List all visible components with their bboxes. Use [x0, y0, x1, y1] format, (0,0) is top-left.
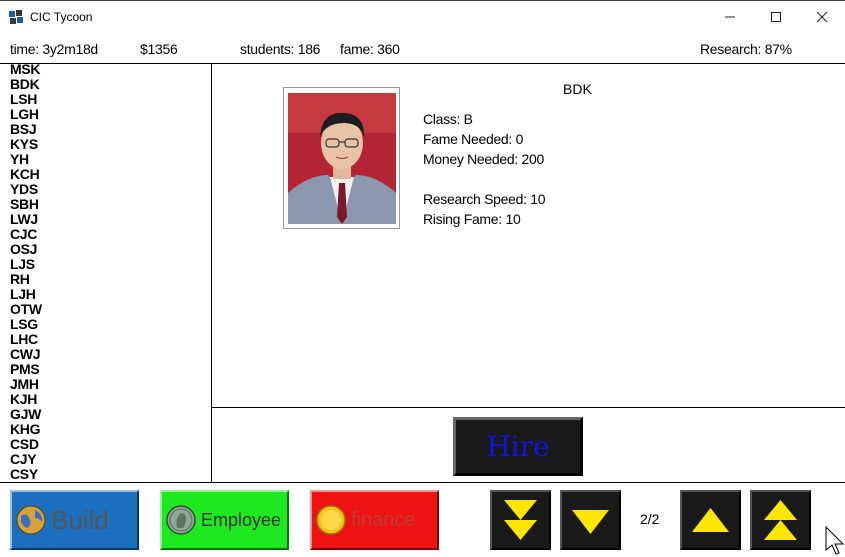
professor-list-item[interactable]: BSJ — [10, 122, 200, 137]
status-bar: time: 3y2m18d $1356 students: 186 fame: … — [0, 33, 845, 63]
up-arrow-icon — [692, 508, 729, 532]
app-icon — [9, 10, 23, 24]
research-readout: Research: 87% — [700, 41, 792, 57]
down-arrow-icon — [572, 510, 609, 534]
title-bar: CIC Tycoon — [0, 0, 845, 33]
professor-list-item[interactable]: CJC — [10, 227, 200, 242]
finance-label: finance — [351, 508, 416, 531]
professor-list-item[interactable]: JMH — [10, 377, 200, 392]
detail-research-speed: Research Speed: 10 — [423, 191, 546, 207]
professor-list-item[interactable]: KYS — [10, 137, 200, 152]
students-readout: students: 186 — [240, 41, 321, 57]
minimize-icon — [725, 16, 735, 18]
fame-readout: fame: 360 — [340, 41, 400, 57]
professor-list-item[interactable]: BDK — [10, 77, 200, 92]
divider — [212, 407, 845, 408]
build-button[interactable]: Build — [10, 490, 139, 550]
divider — [211, 64, 212, 483]
minimize-button[interactable] — [707, 1, 753, 33]
hire-button[interactable]: Hire — [453, 417, 583, 476]
detail-fame-needed: Fame Needed: 0 — [423, 131, 524, 147]
maximize-button[interactable] — [753, 1, 799, 33]
professor-list-item[interactable]: PMS — [10, 362, 200, 377]
maximize-icon — [771, 12, 781, 22]
professor-list-item[interactable]: CWJ — [10, 347, 200, 362]
gold-coin-icon — [316, 505, 346, 535]
detail-class: Class: B — [423, 111, 473, 127]
professor-list-item[interactable]: MSK — [10, 62, 200, 77]
professor-portrait-frame — [283, 87, 400, 229]
coin-face-icon — [166, 505, 196, 535]
professor-list-item[interactable]: GJW — [10, 407, 200, 422]
globe-icon — [16, 505, 46, 535]
detail-money-needed: Money Needed: 200 — [423, 151, 544, 167]
professor-list-item[interactable]: YDS — [10, 182, 200, 197]
professor-list-item[interactable]: OTW — [10, 302, 200, 317]
professor-list-item[interactable]: CSD — [10, 437, 200, 452]
professor-list: MSK BDK LSH LGH BSJ KYS YH KCH YDS SBH LWJ CJC OSJ LJ… — [10, 62, 200, 482]
time-readout: time: 3y2m18d — [10, 41, 98, 57]
build-label: Build — [51, 504, 109, 535]
professor-list-item[interactable]: OSJ — [10, 242, 200, 257]
professor-list-item[interactable]: LJH — [10, 287, 200, 302]
detail-rising-fame: Rising Fame: 10 — [423, 211, 521, 227]
professor-list-item[interactable]: LWJ — [10, 212, 200, 227]
professor-list-item[interactable]: LGH — [10, 107, 200, 122]
divider — [0, 482, 845, 483]
professor-list-item[interactable]: LSG — [10, 317, 200, 332]
detail-name: BDK — [563, 81, 592, 97]
professor-list-item[interactable]: YH — [10, 152, 200, 167]
professor-list-item[interactable]: KHG — [10, 422, 200, 437]
hire-label: Hire — [486, 430, 550, 463]
double-up-arrow-icon — [764, 500, 797, 540]
scroll-bottom-button[interactable] — [490, 490, 551, 550]
professor-list-item[interactable]: LHC — [10, 332, 200, 347]
professor-list-item[interactable]: LSH — [10, 92, 200, 107]
employee-label: Employee — [201, 509, 282, 530]
page-indicator: 2/2 — [640, 511, 660, 527]
money-readout: $1356 — [140, 41, 178, 57]
close-icon — [816, 11, 828, 23]
double-down-arrow-icon — [504, 500, 537, 540]
professor-list-item[interactable]: RH — [10, 272, 200, 287]
professor-list-item[interactable]: SBH — [10, 197, 200, 212]
scroll-down-button[interactable] — [560, 490, 621, 550]
mouse-cursor-icon — [825, 526, 845, 555]
professor-portrait — [288, 93, 396, 224]
scroll-up-button[interactable] — [680, 490, 741, 550]
professor-list-item[interactable]: KCH — [10, 167, 200, 182]
professor-list-item[interactable]: LJS — [10, 257, 200, 272]
employee-button[interactable]: Employee — [160, 490, 289, 550]
scroll-top-button[interactable] — [750, 490, 811, 550]
professor-list-item[interactable]: CSY — [10, 467, 200, 482]
close-button[interactable] — [799, 1, 845, 33]
professor-list-item[interactable]: CJY — [10, 452, 200, 467]
professor-list-item[interactable]: KJH — [10, 392, 200, 407]
window-title: CIC Tycoon — [30, 10, 93, 24]
finance-button[interactable]: finance — [310, 490, 439, 550]
